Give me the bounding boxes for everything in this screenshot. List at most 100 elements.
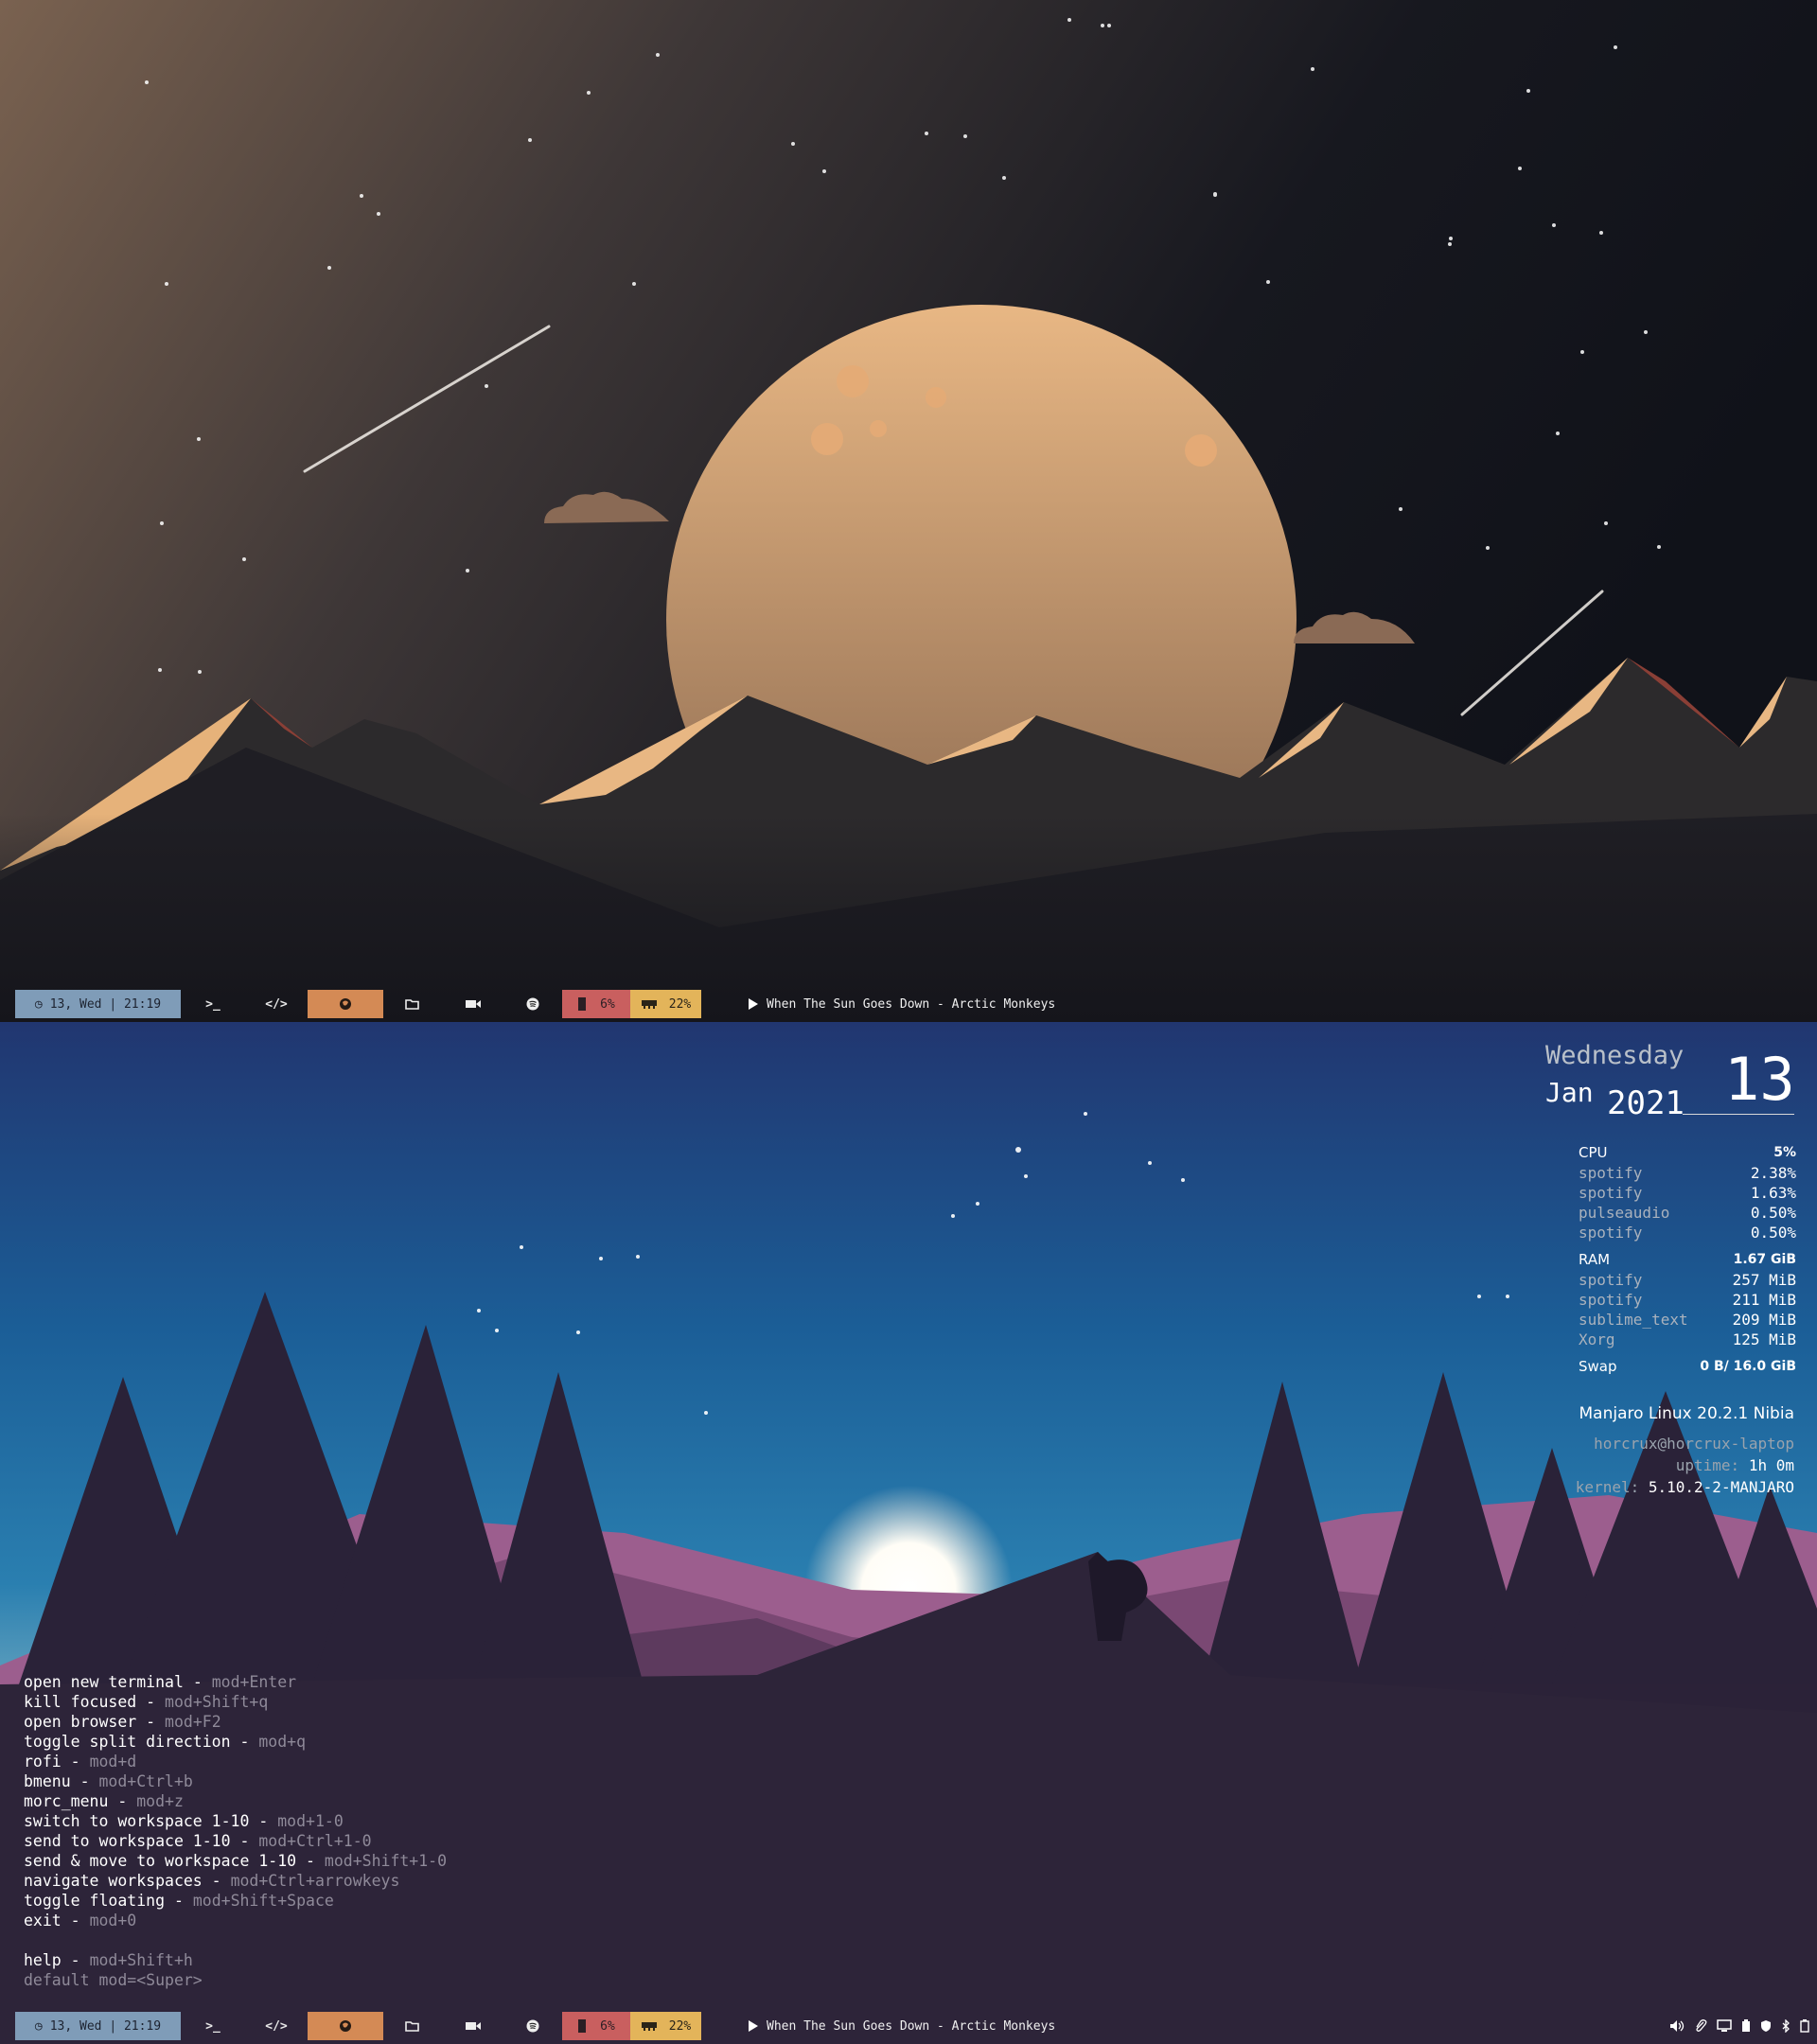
- volume-icon[interactable]: [1669, 2019, 1685, 2033]
- conky-year: 2021: [1607, 1084, 1685, 1122]
- terminal-launcher[interactable]: >_: [197, 2012, 229, 2040]
- conky-month: Jan: [1545, 1077, 1594, 1108]
- code-editor-launcher[interactable]: </>: [257, 990, 295, 1018]
- keybind-action: rofi: [24, 1753, 62, 1771]
- process-value: 1.63%: [1750, 1184, 1796, 1202]
- keybind-row: switch to workspace 1-10 - mod+1-0: [24, 1812, 344, 1830]
- cpu-module[interactable]: 6%: [562, 2012, 630, 2040]
- process-row: spotify 2.38%: [1579, 1163, 1796, 1183]
- memory-module[interactable]: 22%: [630, 990, 701, 1018]
- process-row: Xorg 125 MiB: [1579, 1330, 1796, 1349]
- date-time-module[interactable]: ◷ 13, Wed | 21:19: [15, 990, 181, 1018]
- default-mod-note: default mod=<Super>: [24, 1971, 203, 1989]
- date-time-module[interactable]: ◷ 13, Wed | 21:19: [15, 2012, 181, 2040]
- file-manager-launcher[interactable]: [397, 990, 426, 1018]
- keybind-row: toggle floating - mod+Shift+Space: [24, 1892, 334, 1910]
- spotify-icon: [526, 2019, 539, 2033]
- now-playing-module[interactable]: When The Sun Goes Down - Arctic Monkeys: [748, 990, 1126, 1018]
- keybind-key: mod+Ctrl+arrowkeys: [230, 1872, 400, 1890]
- process-row: pulseaudio 0.50%: [1579, 1203, 1796, 1223]
- conky-system-info: Manjaro Linux 20.2.1 Nibia horcrux@horcr…: [1576, 1403, 1794, 1498]
- terminal-icon: >_: [205, 2018, 221, 2034]
- code-icon: </>: [265, 2018, 288, 2034]
- process-name: spotify: [1579, 1184, 1643, 1202]
- process-name: sublime_text: [1579, 1311, 1688, 1329]
- keybind-action: help: [24, 1951, 62, 1969]
- terminal-launcher[interactable]: >_: [197, 990, 229, 1018]
- conky-date-divider: [1683, 1114, 1794, 1115]
- keybind-row: send to workspace 1-10 - mod+Ctrl+1-0: [24, 1832, 372, 1850]
- keybind-row: morc_menu - mod+z: [24, 1792, 184, 1810]
- firefox-launcher[interactable]: [308, 2012, 383, 2040]
- now-playing-text: When The Sun Goes Down - Arctic Monkeys: [767, 996, 1056, 1012]
- video-launcher[interactable]: [459, 990, 487, 1018]
- process-name: Xorg: [1579, 1330, 1615, 1348]
- keybind-row: kill focused - mod+Shift+q: [24, 1693, 269, 1711]
- keybind-action: switch to workspace 1-10: [24, 1812, 250, 1830]
- shield-icon[interactable]: [1760, 2019, 1772, 2033]
- date-time-text: 13, Wed | 21:19: [49, 996, 162, 1012]
- firefox-launcher[interactable]: [308, 990, 383, 1018]
- code-editor-launcher[interactable]: </>: [257, 2012, 295, 2040]
- now-playing-module[interactable]: When The Sun Goes Down - Arctic Monkeys: [748, 2012, 1126, 2040]
- keybind-action: open new terminal: [24, 1673, 184, 1691]
- keybind-key: mod+Shift+1-0: [324, 1852, 448, 1870]
- spotify-icon: [526, 997, 539, 1011]
- ram-label: RAM: [1579, 1251, 1611, 1268]
- cpu-module[interactable]: 6%: [562, 990, 630, 1018]
- file-manager-launcher[interactable]: [397, 2012, 426, 2040]
- spotify-launcher[interactable]: [519, 990, 547, 1018]
- conky-stats-panel: CPU 5% spotify 2.38% spotify 1.63% pulseau…: [1579, 1139, 1796, 1377]
- monitor-icon[interactable]: [1717, 2019, 1732, 2033]
- code-icon: </>: [265, 996, 288, 1012]
- cpu-label: CPU: [1579, 1144, 1608, 1161]
- attachment-icon[interactable]: [1694, 2019, 1707, 2033]
- host-name: horcrux@horcrux-laptop: [1594, 1435, 1794, 1453]
- process-name: spotify: [1579, 1224, 1643, 1242]
- keybind-key: mod+Enter: [211, 1673, 297, 1691]
- bluetooth-icon[interactable]: [1781, 2019, 1791, 2033]
- keybind-action: open browser: [24, 1713, 137, 1731]
- keybind-action: exit: [24, 1912, 62, 1929]
- swap-row: Swap 0 B/ 16.0 GiB: [1579, 1357, 1796, 1377]
- keybind-action: morc_menu: [24, 1792, 109, 1810]
- memory-module[interactable]: 22%: [630, 2012, 701, 2040]
- memory-icon: [641, 2022, 657, 2031]
- process-row: spotify 0.50%: [1579, 1223, 1796, 1242]
- polybar-bottom: ◷ 13, Wed | 21:19 >_ </> 6% 22% When The…: [0, 2012, 1817, 2040]
- process-row: spotify 211 MiB: [1579, 1290, 1796, 1310]
- process-name: pulseaudio: [1579, 1204, 1670, 1222]
- keybind-row: toggle split direction - mod+q: [24, 1733, 307, 1751]
- keybind-key: mod+d: [89, 1753, 137, 1771]
- conky-day: 13: [1724, 1045, 1795, 1114]
- keybind-row: rofi - mod+d: [24, 1753, 137, 1771]
- moon-mountains-wallpaper: [0, 0, 1817, 1022]
- terminal-icon: >_: [205, 996, 221, 1012]
- keybind-key: mod+Shift+q: [165, 1693, 269, 1711]
- play-icon: [749, 998, 758, 1010]
- keybind-action: toggle split direction: [24, 1733, 231, 1751]
- video-launcher[interactable]: [459, 2012, 487, 2040]
- keybind-key: mod+Shift+Space: [192, 1892, 334, 1910]
- cpu-icon: [578, 2019, 587, 2033]
- keybind-key: mod+q: [258, 1733, 307, 1751]
- spotify-launcher[interactable]: [519, 2012, 547, 2040]
- battery-icon[interactable]: [1741, 2019, 1751, 2033]
- process-value: 211 MiB: [1732, 1291, 1796, 1309]
- keybind-key: mod+F2: [165, 1713, 221, 1731]
- system-tray: [1669, 2012, 1809, 2040]
- keybind-help-list: open new terminal - mod+Enter kill focus…: [24, 1672, 447, 1990]
- keybind-row: send & move to workspace 1-10 - mod+Shif…: [24, 1852, 448, 1870]
- process-value: 2.38%: [1750, 1164, 1796, 1182]
- cpu-percent: 6%: [600, 2018, 615, 2034]
- swap-value: 0 B/ 16.0 GiB: [1700, 1359, 1796, 1374]
- video-icon: [466, 2022, 481, 2030]
- keybind-row: exit - mod+0: [24, 1912, 137, 1929]
- keybind-key: mod+Ctrl+1-0: [258, 1832, 372, 1850]
- process-row: sublime_text 209 MiB: [1579, 1310, 1796, 1330]
- polybar-top: ◷ 13, Wed | 21:19 >_ </> 6% 22% When The…: [0, 990, 1817, 1018]
- process-value: 209 MiB: [1732, 1311, 1796, 1329]
- keybind-row: help - mod+Shift+h: [24, 1951, 193, 1969]
- battery-full-icon[interactable]: [1800, 2019, 1809, 2033]
